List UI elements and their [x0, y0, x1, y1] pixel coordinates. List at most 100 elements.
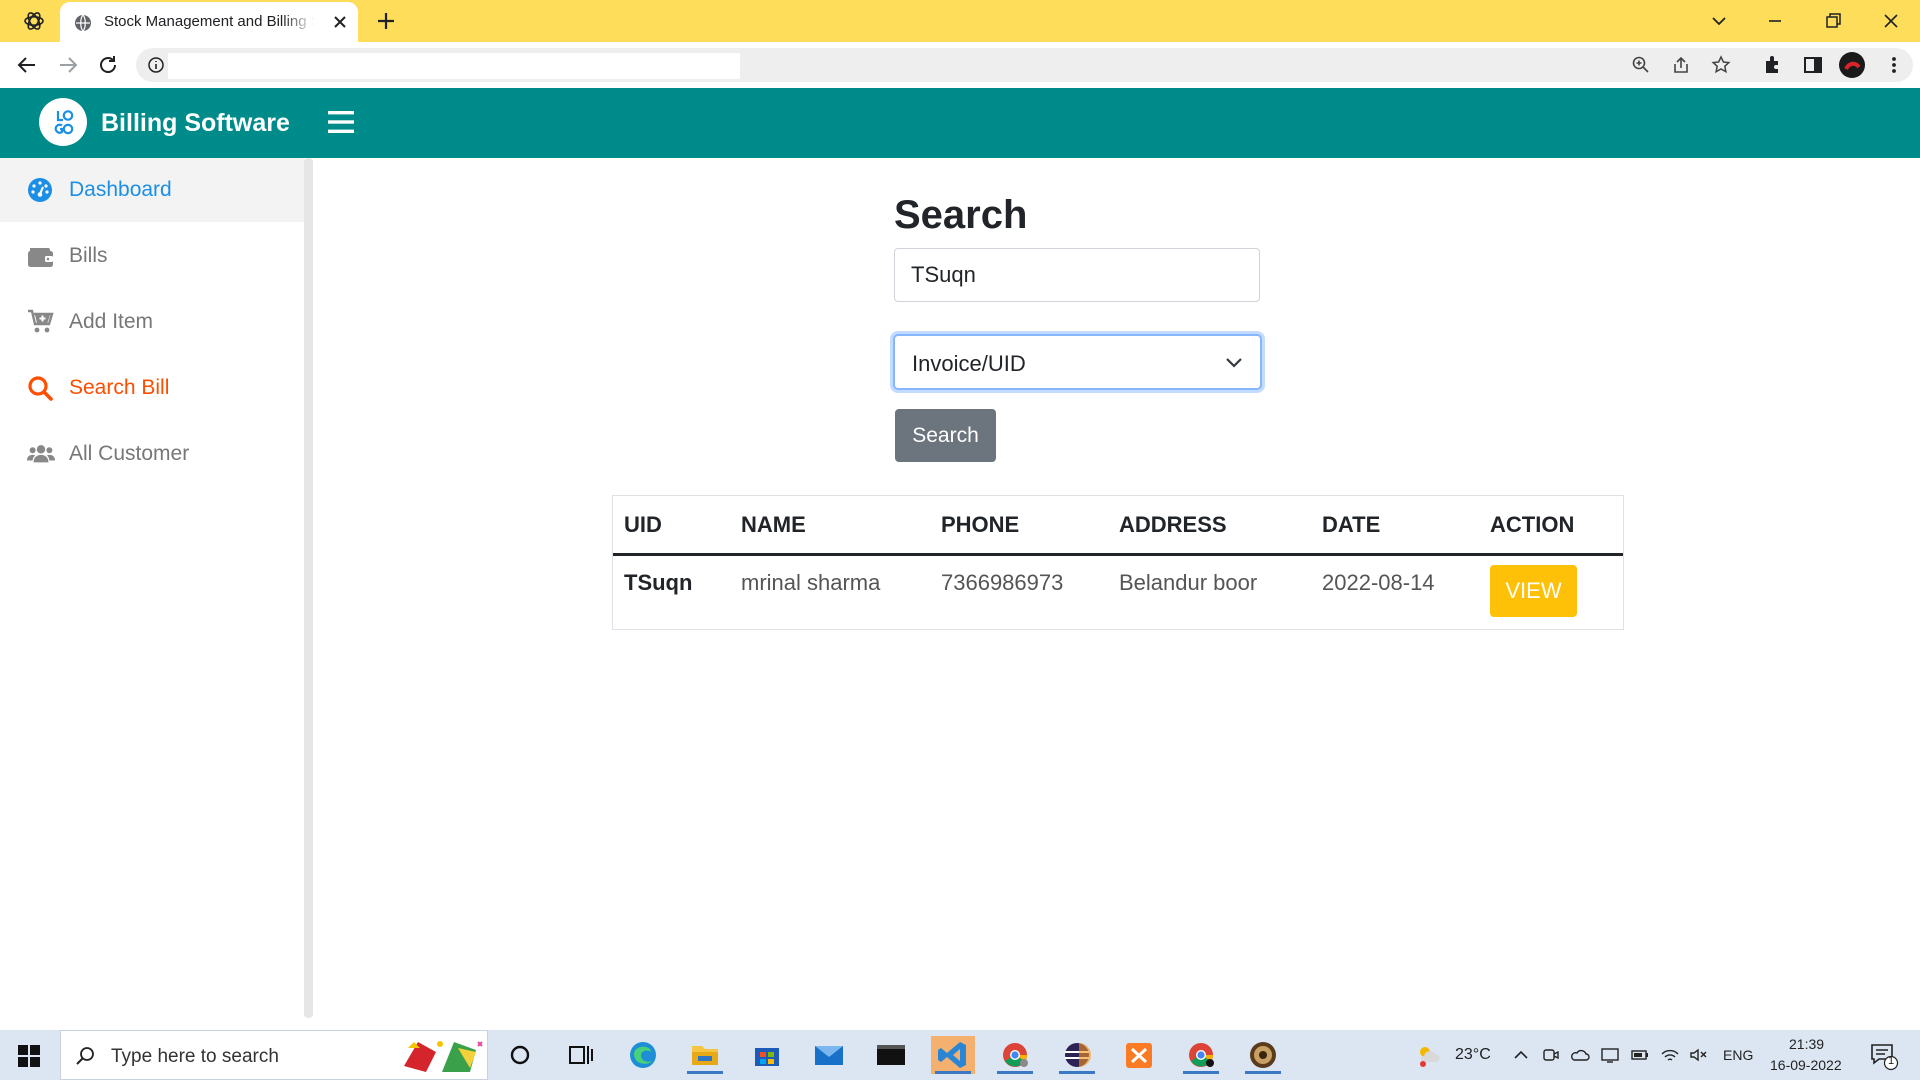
- sidebar-item-search-bill[interactable]: Search Bill: [0, 356, 304, 420]
- notification-count: 1: [1888, 1055, 1895, 1067]
- table-header-uid: UID: [624, 512, 662, 537]
- cell-phone: 7366986973: [941, 570, 1064, 595]
- weather-temperature[interactable]: 23°C: [1455, 1046, 1491, 1064]
- chevron-up-icon[interactable]: [1511, 1046, 1531, 1064]
- search-button[interactable]: Search: [895, 409, 996, 462]
- extensions-puzzle-icon[interactable]: [1759, 51, 1787, 79]
- taskbar-running-indicator: [1059, 1071, 1095, 1074]
- taskbar-file-explorer[interactable]: [683, 1036, 727, 1074]
- wallet-icon: [28, 248, 53, 267]
- browser-tab-strip: Stock Management and Billing Software: [0, 0, 1920, 42]
- side-panel-icon[interactable]: [1799, 51, 1827, 79]
- browser-tab-active[interactable]: Stock Management and Billing Software: [60, 2, 358, 42]
- minimize-icon[interactable]: [1762, 8, 1788, 34]
- taskbar-store[interactable]: [745, 1036, 789, 1074]
- xampp-icon: [1126, 1043, 1152, 1068]
- search-icon: [28, 376, 53, 401]
- taskbar-search-placeholder: Type here to search: [111, 1046, 279, 1067]
- hamburger-menu-icon[interactable]: [328, 110, 354, 134]
- taskbar-running-indicator: [1183, 1071, 1219, 1074]
- kebab-menu-icon[interactable]: [1880, 51, 1908, 79]
- sidebar-item-add-item[interactable]: Add Item: [0, 290, 304, 354]
- reload-icon[interactable]: [94, 51, 122, 79]
- cortana-icon[interactable]: [498, 1036, 542, 1074]
- cell-address: Belandur boor: [1119, 570, 1258, 595]
- search-type-selected-value: Invoice/UID: [912, 351, 1026, 376]
- url-input[interactable]: [168, 53, 740, 79]
- forward-arrow-icon[interactable]: [54, 51, 82, 79]
- page-title: Search: [894, 193, 1028, 237]
- restore-icon[interactable]: [1820, 8, 1846, 34]
- table-header-address: ADDRESS: [1119, 512, 1227, 537]
- cell-uid: TSuqn: [624, 570, 693, 595]
- clock-time[interactable]: 21:39: [1789, 1036, 1824, 1052]
- mail-icon: [815, 1046, 843, 1065]
- share-icon[interactable]: [1671, 55, 1691, 75]
- logo[interactable]: [39, 98, 87, 146]
- sidebar-item-all-customer[interactable]: All Customer: [0, 422, 304, 486]
- cart-plus-icon: [28, 309, 54, 333]
- profile-avatar[interactable]: [1838, 51, 1866, 79]
- taskbar-xampp[interactable]: [1117, 1036, 1161, 1074]
- eclipse-icon: [1065, 1043, 1091, 1067]
- taskbar-search-box[interactable]: Type here to search: [60, 1030, 488, 1080]
- meet-now-icon[interactable]: [1541, 1046, 1561, 1064]
- chevron-down-icon: [1226, 358, 1242, 368]
- table-header-date: DATE: [1322, 512, 1381, 537]
- bookmark-star-icon[interactable]: [1711, 55, 1731, 75]
- sidebar-item-label: Dashboard: [69, 178, 172, 201]
- info-icon[interactable]: [146, 55, 166, 75]
- taskbar-running-indicator: [997, 1071, 1033, 1074]
- zoom-icon[interactable]: [1631, 55, 1651, 75]
- sidebar-item-label: Search Bill: [69, 376, 170, 399]
- search-type-select[interactable]: Invoice/UID: [893, 334, 1262, 390]
- task-view-icon[interactable]: [558, 1036, 602, 1074]
- users-icon: [27, 445, 55, 463]
- sidebar-scrollbar[interactable]: [304, 158, 313, 1018]
- chatgpt-logo-icon[interactable]: [22, 9, 46, 33]
- windows-start-icon[interactable]: [18, 1045, 40, 1067]
- taskbar-eclipse[interactable]: [1055, 1036, 1099, 1074]
- cell-date: 2022-08-14: [1322, 570, 1435, 595]
- weather-icon[interactable]: [1416, 1042, 1442, 1068]
- taskbar-terminal[interactable]: [869, 1036, 913, 1074]
- address-bar[interactable]: [136, 48, 1913, 82]
- vscode-icon: [938, 1042, 966, 1068]
- search-highlight-illustration-icon: [404, 1041, 483, 1072]
- terminal-icon: [877, 1045, 905, 1065]
- input-language[interactable]: ENG: [1723, 1047, 1753, 1063]
- view-button[interactable]: VIEW: [1490, 565, 1577, 617]
- search-query-input[interactable]: [894, 248, 1260, 302]
- taskbar-game[interactable]: [1241, 1036, 1285, 1074]
- microsoft-store-icon: [755, 1048, 779, 1066]
- back-arrow-icon[interactable]: [13, 51, 41, 79]
- taskbar-chrome-profile[interactable]: [993, 1036, 1037, 1074]
- taskbar: Type here to search 23°C ENG 21:39 16-09…: [0, 1030, 1920, 1080]
- new-tab-icon[interactable]: [374, 9, 398, 33]
- onedrive-icon[interactable]: [1570, 1046, 1590, 1064]
- battery-icon[interactable]: [1630, 1046, 1650, 1064]
- globe-icon: [75, 14, 91, 32]
- display-icon[interactable]: [1600, 1046, 1620, 1064]
- wifi-icon[interactable]: [1660, 1046, 1680, 1064]
- taskbar-mail[interactable]: [807, 1036, 851, 1074]
- sidebar-item-bills[interactable]: Bills: [0, 224, 304, 288]
- sidebar-item-dashboard[interactable]: Dashboard: [0, 158, 304, 222]
- notification-center-icon[interactable]: [1869, 1041, 1899, 1071]
- app-brand-title[interactable]: Billing Software: [101, 109, 290, 138]
- table-header-divider: [613, 553, 1623, 556]
- volume-muted-icon[interactable]: [1689, 1046, 1709, 1064]
- dashboard-icon: [28, 178, 52, 202]
- sidebar: Dashboard Bills Add Item Search Bill All…: [0, 158, 316, 1030]
- close-window-icon[interactable]: [1878, 8, 1904, 34]
- taskbar-edge[interactable]: [621, 1036, 665, 1074]
- close-tab-icon[interactable]: [330, 12, 350, 32]
- sidebar-item-label: All Customer: [69, 442, 190, 465]
- tab-search-chevron-icon[interactable]: [1706, 8, 1732, 34]
- clock-date[interactable]: 16-09-2022: [1770, 1057, 1842, 1073]
- chrome-icon: [1003, 1043, 1028, 1067]
- logo-mark-icon: [54, 110, 74, 135]
- taskbar-vscode[interactable]: [931, 1036, 975, 1074]
- taskbar-chrome[interactable]: [1179, 1036, 1223, 1074]
- results-table: UID NAME PHONE ADDRESS DATE ACTION TSuqn…: [612, 495, 1624, 630]
